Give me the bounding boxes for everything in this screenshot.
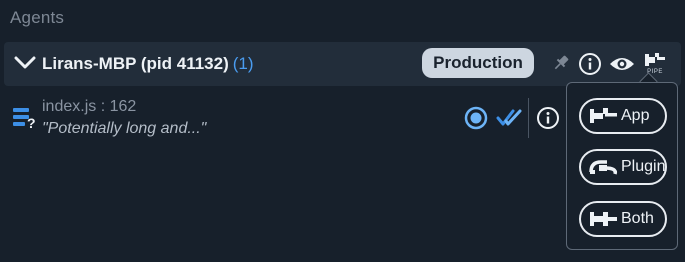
pin-icon[interactable]	[552, 54, 570, 72]
agent-name-label: Lirans-MBP (pid 41132) (1)	[42, 54, 254, 74]
chevron-down-icon[interactable]	[14, 56, 36, 70]
pipe-both-icon	[590, 212, 617, 226]
double-check-icon[interactable]	[496, 108, 522, 128]
pipe-both-label: Both	[621, 210, 654, 227]
pipe-app-label: App	[621, 107, 650, 124]
message-row[interactable]: ? index.js : 162 "Potentially long and..…	[4, 94, 564, 142]
agent-name: Lirans-MBP (pid 41132)	[42, 54, 229, 73]
message-preview: "Potentially long and..."	[42, 120, 207, 137]
agents-panel: Agents Lirans-MBP (pid 41132) (1) Product…	[0, 0, 685, 262]
pipe-plugin-icon	[589, 160, 618, 175]
pipe-plugin-label: Plugin	[621, 158, 666, 175]
pipe-both-button[interactable]: Both	[579, 201, 667, 237]
pipe-menu: App Plugin Both	[566, 82, 678, 250]
agent-row[interactable]: Lirans-MBP (pid 41132) (1) Production PI…	[4, 42, 681, 86]
row-divider	[528, 98, 529, 138]
pipe-app-button[interactable]: App	[579, 98, 667, 134]
section-title: Agents	[10, 8, 65, 27]
info-icon[interactable]	[536, 106, 560, 130]
message-location: index.js : 162	[42, 98, 137, 115]
pipe-plugin-button[interactable]: Plugin	[579, 149, 667, 185]
message-stack-icon: ?	[13, 108, 36, 130]
radio-selected-icon[interactable]	[464, 106, 488, 130]
environment-badge[interactable]: Production	[422, 48, 534, 78]
svg-text:?: ?	[27, 115, 36, 130]
eye-icon[interactable]	[609, 54, 635, 74]
info-icon[interactable]	[578, 52, 602, 76]
agent-count: (1)	[232, 54, 254, 73]
pipe-app-icon	[590, 108, 617, 123]
